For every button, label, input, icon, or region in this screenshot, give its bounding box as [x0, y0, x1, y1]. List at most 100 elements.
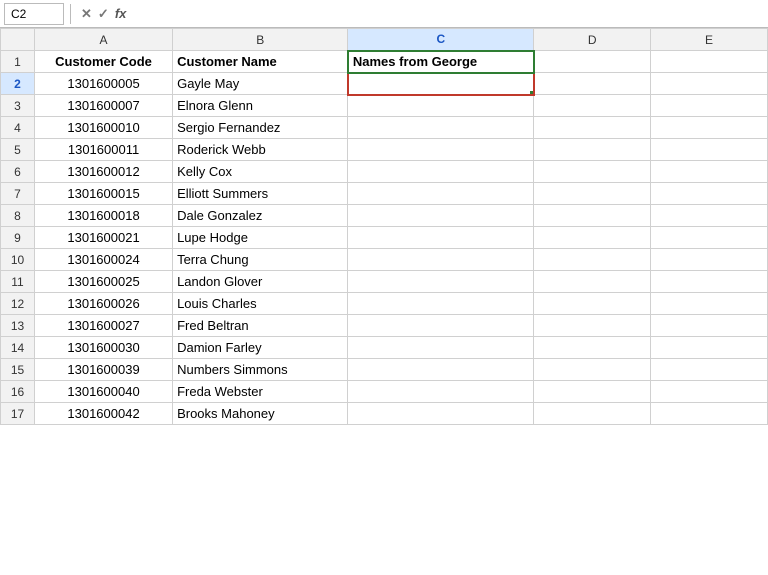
col-e-cell[interactable] — [651, 249, 768, 271]
customer-name-cell[interactable]: Damion Farley — [173, 337, 348, 359]
col-c-cell[interactable] — [348, 161, 534, 183]
col-e-cell[interactable] — [651, 73, 768, 95]
customer-code-cell[interactable]: 1301600024 — [34, 249, 172, 271]
cancel-icon[interactable]: ✕ — [81, 6, 92, 22]
col-d-cell[interactable] — [534, 139, 651, 161]
customer-name-cell[interactable]: Lupe Hodge — [173, 227, 348, 249]
row-number: 10 — [1, 249, 35, 271]
col-e-cell[interactable] — [651, 403, 768, 425]
col-e-cell[interactable] — [651, 51, 768, 73]
col-c-cell[interactable] — [348, 381, 534, 403]
col-e-cell[interactable] — [651, 117, 768, 139]
customer-code-cell[interactable]: 1301600021 — [34, 227, 172, 249]
customer-name-cell[interactable]: Sergio Fernandez — [173, 117, 348, 139]
col-d-cell[interactable] — [534, 161, 651, 183]
col-c-cell[interactable] — [348, 249, 534, 271]
col-c-cell[interactable] — [348, 293, 534, 315]
customer-name-cell[interactable]: Elliott Summers — [173, 183, 348, 205]
customer-code-cell[interactable]: 1301600040 — [34, 381, 172, 403]
col-c-cell[interactable] — [348, 95, 534, 117]
col-c-cell[interactable] — [348, 227, 534, 249]
col-d-cell[interactable] — [534, 315, 651, 337]
customer-code-cell[interactable]: 1301600007 — [34, 95, 172, 117]
col-d-cell[interactable] — [534, 403, 651, 425]
customer-name-cell[interactable]: Elnora Glenn — [173, 95, 348, 117]
customer-code-cell[interactable]: 1301600027 — [34, 315, 172, 337]
col-c-cell[interactable] — [348, 117, 534, 139]
customer-code-cell[interactable]: 1301600005 — [34, 73, 172, 95]
customer-name-cell[interactable]: Fred Beltran — [173, 315, 348, 337]
col-e-cell[interactable] — [651, 359, 768, 381]
col-e-cell[interactable] — [651, 139, 768, 161]
col-c-cell[interactable] — [348, 337, 534, 359]
customer-code-cell[interactable]: 1301600015 — [34, 183, 172, 205]
table-row: 131301600027Fred Beltran — [1, 315, 768, 337]
customer-name-cell[interactable]: Louis Charles — [173, 293, 348, 315]
cell-reference-box[interactable]: C2 — [4, 3, 64, 25]
customer-code-cell[interactable]: 1301600026 — [34, 293, 172, 315]
customer-code-cell[interactable]: 1301600042 — [34, 403, 172, 425]
customer-name-cell[interactable]: Dale Gonzalez — [173, 205, 348, 227]
customer-name-cell[interactable]: Terra Chung — [173, 249, 348, 271]
col-c-cell[interactable] — [348, 271, 534, 293]
formula-bar-divider — [70, 4, 71, 24]
customer-code-cell[interactable]: 1301600012 — [34, 161, 172, 183]
col-d-cell[interactable] — [534, 183, 651, 205]
customer-code-cell[interactable]: 1301600010 — [34, 117, 172, 139]
col-e-cell[interactable] — [651, 337, 768, 359]
col-e-cell[interactable] — [651, 205, 768, 227]
row-number: 4 — [1, 117, 35, 139]
customer-name-cell[interactable]: Freda Webster — [173, 381, 348, 403]
col-a-header[interactable]: Customer Code — [34, 51, 172, 73]
formula-input[interactable] — [134, 3, 764, 25]
customer-name-cell[interactable]: Brooks Mahoney — [173, 403, 348, 425]
customer-name-cell[interactable]: Kelly Cox — [173, 161, 348, 183]
col-e-cell[interactable] — [651, 227, 768, 249]
col-d-cell[interactable] — [534, 271, 651, 293]
col-d-cell[interactable] — [534, 205, 651, 227]
names-from-george-header[interactable]: Names from George — [348, 51, 534, 73]
row-number: 5 — [1, 139, 35, 161]
customer-code-cell[interactable]: 1301600030 — [34, 337, 172, 359]
col-e-cell[interactable] — [651, 95, 768, 117]
customer-code-cell[interactable]: 1301600011 — [34, 139, 172, 161]
col-header-c[interactable]: C — [348, 29, 534, 51]
col-e-cell[interactable] — [651, 315, 768, 337]
col-d-cell[interactable] — [534, 381, 651, 403]
col-c-cell[interactable] — [348, 315, 534, 337]
col-d-cell[interactable] — [534, 117, 651, 139]
customer-code-cell[interactable]: 1301600025 — [34, 271, 172, 293]
col-c-cell[interactable] — [348, 403, 534, 425]
col-d-cell[interactable] — [534, 51, 651, 73]
customer-name-cell[interactable]: Numbers Simmons — [173, 359, 348, 381]
col-c-cell[interactable] — [348, 139, 534, 161]
customer-name-cell[interactable]: Landon Glover — [173, 271, 348, 293]
col-header-b[interactable]: B — [173, 29, 348, 51]
col-d-cell[interactable] — [534, 73, 651, 95]
col-d-cell[interactable] — [534, 293, 651, 315]
col-c-cell[interactable] — [348, 205, 534, 227]
col-header-a[interactable]: A — [34, 29, 172, 51]
col-b-header[interactable]: Customer Name — [173, 51, 348, 73]
col-d-cell[interactable] — [534, 249, 651, 271]
col-d-cell[interactable] — [534, 95, 651, 117]
col-d-cell[interactable] — [534, 359, 651, 381]
col-header-d[interactable]: D — [534, 29, 651, 51]
c2-selected-cell[interactable] — [348, 73, 534, 95]
col-e-cell[interactable] — [651, 161, 768, 183]
col-e-cell[interactable] — [651, 381, 768, 403]
fx-icon[interactable]: fx — [115, 6, 127, 21]
customer-name-cell[interactable]: Gayle May — [173, 73, 348, 95]
col-d-cell[interactable] — [534, 227, 651, 249]
col-c-cell[interactable] — [348, 359, 534, 381]
col-c-cell[interactable] — [348, 183, 534, 205]
col-d-cell[interactable] — [534, 337, 651, 359]
customer-name-cell[interactable]: Roderick Webb — [173, 139, 348, 161]
col-e-cell[interactable] — [651, 183, 768, 205]
col-e-cell[interactable] — [651, 271, 768, 293]
col-e-cell[interactable] — [651, 293, 768, 315]
confirm-icon[interactable]: ✓ — [98, 6, 109, 22]
col-header-e[interactable]: E — [651, 29, 768, 51]
customer-code-cell[interactable]: 1301600039 — [34, 359, 172, 381]
customer-code-cell[interactable]: 1301600018 — [34, 205, 172, 227]
